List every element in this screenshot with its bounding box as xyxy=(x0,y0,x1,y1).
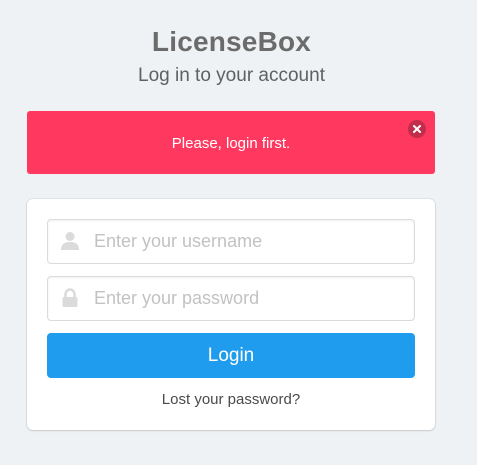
brand-title: LicenseBox xyxy=(151,26,312,57)
lost-password-link[interactable]: Lost your password? xyxy=(27,391,435,408)
login-form-card: Login Lost your password? xyxy=(27,199,435,430)
page-subtitle: Log in to your account xyxy=(138,65,325,86)
user-icon xyxy=(61,232,79,250)
password-field-group xyxy=(47,276,415,321)
lock-icon xyxy=(62,288,78,307)
username-input[interactable] xyxy=(47,219,415,264)
password-input[interactable] xyxy=(47,276,415,321)
login-button[interactable]: Login xyxy=(47,333,415,378)
close-icon xyxy=(413,125,421,133)
notification-message: Please, login first. xyxy=(171,135,291,152)
login-page: LicenseBox Log in to your account Please… xyxy=(0,0,477,465)
username-field-group xyxy=(47,219,415,264)
close-notification-button[interactable] xyxy=(408,120,426,138)
error-notification: Please, login first. xyxy=(27,111,435,174)
